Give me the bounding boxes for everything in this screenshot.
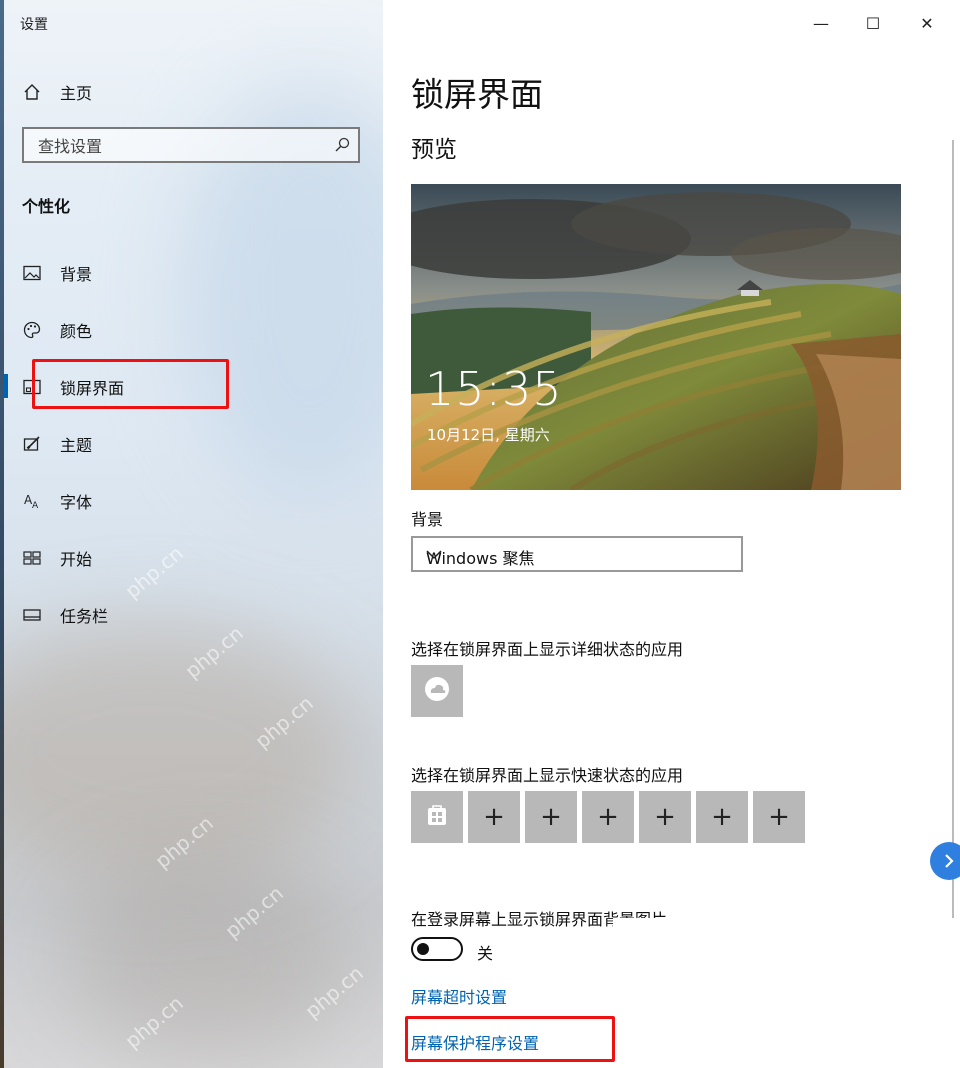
plus-icon: +: [540, 802, 562, 832]
background-dropdown[interactable]: Windows 聚焦: [411, 536, 743, 572]
background-label: 背景: [411, 510, 444, 529]
active-indicator: [4, 374, 8, 398]
maximize-button[interactable]: ☐: [853, 8, 893, 38]
sidebar-item-background[interactable]: 背景: [22, 261, 92, 285]
plus-icon: +: [654, 802, 676, 832]
sidebar-item-label: 主题: [60, 436, 93, 455]
quick-status-store-button[interactable]: [411, 791, 463, 843]
search-input[interactable]: [36, 136, 330, 157]
taskbar-icon: [22, 605, 42, 625]
quick-status-add-button[interactable]: +: [468, 791, 520, 843]
sidebar: 设置 主页 个性化 背景 颜色 锁屏界面 主题: [0, 0, 383, 1068]
preview-clock: 15:35: [425, 362, 563, 416]
theme-icon: [22, 434, 42, 454]
home-icon: [22, 82, 42, 102]
nav-home-label: 主页: [60, 84, 93, 103]
nav-home[interactable]: 主页: [22, 80, 92, 104]
preview-heading: 预览: [411, 137, 457, 163]
watermark: php.cn: [120, 540, 188, 604]
lock-screen-preview: 15:35 10月12日, 星期六: [411, 184, 901, 490]
quick-status-add-button[interactable]: +: [525, 791, 577, 843]
sidebar-item-colors[interactable]: 颜色: [22, 318, 92, 342]
search-icon[interactable]: [334, 137, 350, 157]
chevron-right-icon[interactable]: [930, 842, 960, 880]
section-title: 个性化: [22, 197, 71, 216]
quick-status-add-button[interactable]: +: [639, 791, 691, 843]
plus-icon: +: [483, 802, 505, 832]
plus-icon: +: [768, 802, 790, 832]
toggle-state: 关: [477, 944, 494, 963]
scrollbar[interactable]: [952, 140, 954, 918]
start-icon: [22, 548, 42, 568]
overlay-panel: [613, 918, 960, 1068]
sidebar-item-label: 任务栏: [60, 607, 109, 626]
minimize-button[interactable]: —: [801, 8, 841, 38]
sidebar-item-fonts[interactable]: AA 字体: [22, 489, 92, 513]
weather-icon: [423, 675, 451, 707]
background-blur: [60, 860, 360, 1060]
chevron-down-icon: [426, 546, 731, 566]
svg-text:A: A: [32, 501, 39, 510]
sidebar-item-label: 背景: [60, 265, 93, 284]
sidebar-item-themes[interactable]: 主题: [22, 432, 92, 456]
quick-status-add-button[interactable]: +: [753, 791, 805, 843]
window-title: 设置: [20, 17, 48, 33]
sidebar-item-label: 颜色: [60, 322, 93, 341]
sidebar-item-label: 开始: [60, 550, 93, 569]
content-pane: — ☐ ✕ 锁屏界面 预览 15:35 10月12日, 星期六 背景 Windo…: [383, 0, 960, 1068]
plus-icon: +: [711, 802, 733, 832]
search-box[interactable]: [22, 127, 360, 163]
desktop-edge: [0, 0, 4, 1068]
screen-timeout-link[interactable]: 屏幕超时设置: [411, 984, 507, 1008]
plus-icon: +: [597, 802, 619, 832]
detailed-status-app-button[interactable]: [411, 665, 463, 717]
preview-date: 10月12日, 星期六: [427, 426, 550, 444]
quick-status-add-button[interactable]: +: [696, 791, 748, 843]
highlight-box: [32, 359, 229, 409]
signin-background-toggle[interactable]: [411, 937, 463, 961]
sidebar-item-label: 字体: [60, 493, 93, 512]
detailed-status-label: 选择在锁屏界面上显示详细状态的应用: [411, 640, 684, 659]
sidebar-item-taskbar[interactable]: 任务栏: [22, 603, 108, 627]
quick-status-add-button[interactable]: +: [582, 791, 634, 843]
highlight-box: [405, 1016, 615, 1062]
palette-icon: [22, 320, 42, 340]
picture-icon: [22, 263, 42, 283]
store-icon: [423, 801, 451, 833]
page-title: 锁屏界面: [411, 75, 543, 114]
sidebar-item-start[interactable]: 开始: [22, 546, 92, 570]
quick-status-label: 选择在锁屏界面上显示快速状态的应用: [411, 766, 684, 785]
font-icon: AA: [22, 491, 42, 511]
close-button[interactable]: ✕: [907, 8, 947, 38]
toggle-knob: [417, 943, 429, 955]
